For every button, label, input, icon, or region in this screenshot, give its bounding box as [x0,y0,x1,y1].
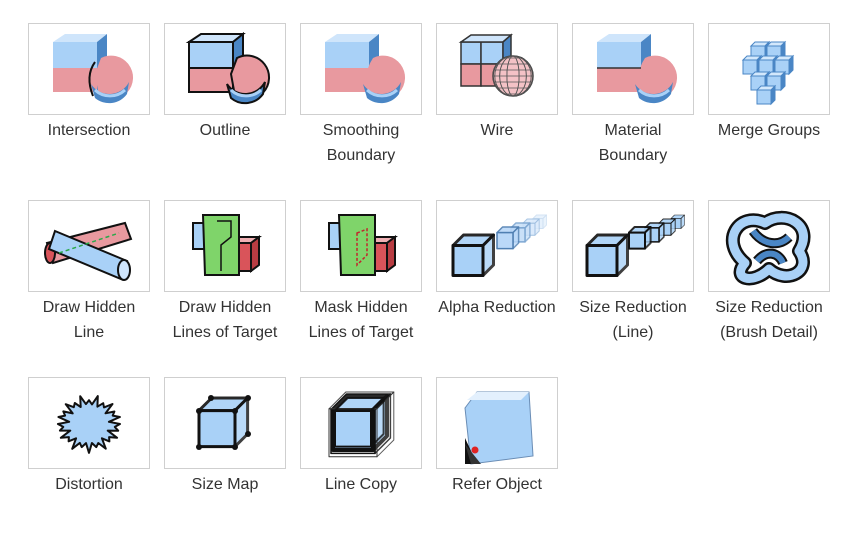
effect-item-outline[interactable]: Outline [164,23,288,173]
wire-icon[interactable] [436,23,558,115]
effect-item-smoothing-boundary[interactable]: Smoothing Boundary [300,23,424,173]
mask-hidden-lines-of-target-icon[interactable] [300,200,422,292]
effect-item-draw-hidden-line[interactable]: Draw Hidden Line [28,200,152,350]
effect-item-refer-object[interactable]: Refer Object [436,377,560,527]
effect-label: Distortion [55,476,123,493]
effect-label: Draw Hidden Line [42,299,136,341]
line-copy-icon[interactable] [300,377,422,469]
effect-label: Wire [480,122,514,139]
draw-hidden-line-icon[interactable] [28,200,150,292]
effect-label: Refer Object [452,476,542,493]
size-reduction-brush-detail-icon[interactable] [708,200,830,292]
intersection-icon[interactable] [28,23,150,115]
effect-item-material-boundary[interactable]: Material Boundary [572,23,696,173]
size-map-icon[interactable] [164,377,286,469]
effect-label: Size Reduction (Line) [579,299,687,341]
draw-hidden-lines-of-target-icon[interactable] [164,200,286,292]
effect-label: Outline [199,122,251,139]
smoothing-boundary-icon[interactable] [300,23,422,115]
refer-object-icon[interactable] [436,377,558,469]
effect-item-size-map[interactable]: Size Map [164,377,288,527]
effect-label: Size Reduction (Brush Detail) [715,299,823,341]
effect-item-line-copy[interactable]: Line Copy [300,377,424,527]
effect-label: Merge Groups [717,122,821,139]
effect-item-draw-hidden-lines-of-target[interactable]: Draw Hidden Lines of Target [164,200,288,350]
effect-label: Material Boundary [598,122,668,164]
merge-groups-icon[interactable] [708,23,830,115]
effect-label: Draw Hidden Lines of Target [172,299,278,341]
material-boundary-icon[interactable] [572,23,694,115]
effect-item-wire[interactable]: Wire [436,23,560,173]
effect-label: Size Map [191,476,259,493]
line-effect-icon-grid: Intersection Outline Smoothing Boundary … [0,0,860,552]
effect-item-mask-hidden-lines-of-target[interactable]: Mask Hidden Lines of Target [300,200,424,350]
effect-label: Intersection [47,122,131,139]
size-reduction-line-icon[interactable] [572,200,694,292]
effect-item-alpha-reduction[interactable]: Alpha Reduction [436,200,560,350]
distortion-icon[interactable] [28,377,150,469]
effect-label: Alpha Reduction [438,299,556,316]
effect-item-distortion[interactable]: Distortion [28,377,152,527]
alpha-reduction-icon[interactable] [436,200,558,292]
effect-item-intersection[interactable]: Intersection [28,23,152,173]
effect-label: Smoothing Boundary [322,122,400,164]
effect-item-merge-groups[interactable]: Merge Groups [708,23,832,173]
outline-icon[interactable] [164,23,286,115]
effect-item-size-reduction-line[interactable]: Size Reduction (Line) [572,200,696,350]
effect-item-size-reduction-brush-detail[interactable]: Size Reduction (Brush Detail) [708,200,832,350]
effect-label: Line Copy [324,476,398,493]
effect-label: Mask Hidden Lines of Target [308,299,414,341]
